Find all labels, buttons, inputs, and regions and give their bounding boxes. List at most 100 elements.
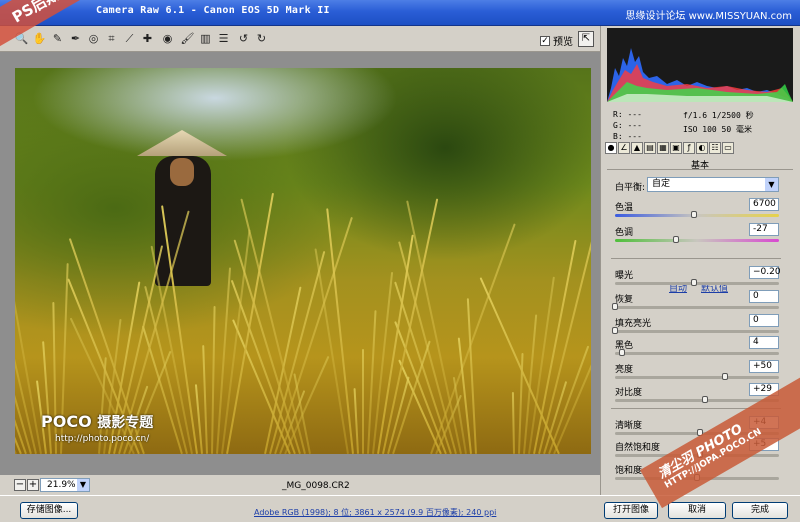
- toolbar: 🔍 ✋ ✎ ✒ ◎ ⌗ ⟋ ✚ ◉ 🖌 ▥ ☰ ↺ ↻ ✓ 预览 ⇱: [0, 26, 600, 52]
- poco-brand-sub: 摄影专题: [97, 415, 154, 431]
- control-label: 自然饱和度: [615, 443, 661, 453]
- readout-g: G: ---: [613, 121, 642, 130]
- hand-tool-icon[interactable]: ✋: [32, 31, 47, 46]
- color-sampler-tool-icon[interactable]: ✒: [68, 31, 83, 46]
- photo-figure-hat: [137, 130, 227, 156]
- image-canvas[interactable]: POCO 摄影专题 http://photo.poco.cn/: [0, 52, 600, 475]
- grass-blade: [511, 391, 515, 454]
- tab-snapshots-icon[interactable]: ▭: [722, 142, 734, 154]
- window-title: Camera Raw 6.1 - Canon EOS 5D Mark II: [96, 5, 330, 16]
- rotate-left-icon[interactable]: ↺: [236, 31, 251, 46]
- control-slider[interactable]: [615, 279, 779, 286]
- control-slider[interactable]: [615, 349, 779, 356]
- rotate-right-icon[interactable]: ↻: [254, 31, 269, 46]
- panel-tabs: ● ∠ ▲ ▤ ▦ ▣ ƒ ◐ ☷ ▭: [605, 142, 795, 156]
- control-label: 清晰度: [615, 421, 643, 431]
- grass-blade: [548, 345, 590, 454]
- control-slider[interactable]: [612, 327, 779, 334]
- open-image-button[interactable]: 打开图像: [604, 502, 658, 519]
- targeted-adjust-tool-icon[interactable]: ◎: [86, 31, 101, 46]
- control-slider[interactable]: [615, 396, 779, 403]
- histogram: [607, 28, 793, 102]
- save-image-button[interactable]: 存储图像...: [20, 502, 78, 519]
- tab-detail-icon[interactable]: ▲: [631, 142, 643, 154]
- control-label: 对比度: [615, 388, 643, 398]
- red-eye-tool-icon[interactable]: ◉: [160, 31, 175, 46]
- slider-thumb[interactable]: [618, 349, 625, 356]
- control-value-field[interactable]: 0: [749, 290, 779, 303]
- chevron-down-icon[interactable]: ▼: [765, 178, 778, 191]
- tab-tone-curve-icon[interactable]: ∠: [618, 142, 630, 154]
- chevron-down-icon[interactable]: ▼: [77, 479, 89, 491]
- tab-basic-icon[interactable]: ●: [605, 142, 617, 154]
- fullscreen-icon[interactable]: ⇱: [578, 31, 594, 47]
- grass-blade: [553, 311, 591, 454]
- spot-removal-tool-icon[interactable]: ✚: [140, 31, 155, 46]
- section-title-basic: 基本: [607, 158, 793, 171]
- control-value-field[interactable]: 0: [749, 314, 779, 327]
- poco-watermark: POCO 摄影专题: [41, 412, 153, 432]
- white-balance-value: 自定: [652, 179, 671, 189]
- poco-url: http://photo.poco.cn/: [55, 434, 150, 444]
- grass-blade: [211, 306, 216, 454]
- zoom-level-value: 21.9%: [47, 480, 76, 490]
- grass-blade: [232, 319, 291, 454]
- control-slider[interactable]: [615, 211, 779, 218]
- control-label: 曝光: [615, 271, 634, 281]
- tab-hsl-icon[interactable]: ▤: [644, 142, 656, 154]
- white-balance-label: 白平衡:: [615, 183, 646, 193]
- control-slider[interactable]: [612, 303, 779, 310]
- cancel-button[interactable]: 取消: [668, 502, 726, 519]
- grass-blade: [362, 349, 364, 454]
- preview-checkbox[interactable]: ✓ 预览: [540, 33, 573, 48]
- poco-brand: POCO: [41, 412, 92, 431]
- workflow-options-link[interactable]: Adobe RGB (1998); 8 位; 3861 x 2574 (9.9 …: [254, 507, 496, 518]
- exif-iso-focal: ISO 100 50 毫米: [683, 125, 752, 134]
- tab-camera-calibration-icon[interactable]: ◐: [696, 142, 708, 154]
- grass-blade: [326, 208, 354, 454]
- control-slider[interactable]: [615, 373, 779, 380]
- zoom-bar: − + 21.9% ▼ _MG_0098.CR2: [0, 475, 600, 495]
- preview-label: 预览: [553, 37, 573, 48]
- slider-thumb[interactable]: [690, 279, 697, 286]
- preferences-icon[interactable]: ☰: [216, 31, 231, 46]
- tab-split-toning-icon[interactable]: ▦: [657, 142, 669, 154]
- slider-thumb[interactable]: [702, 396, 709, 403]
- preview-checkbox-box[interactable]: ✓: [540, 35, 550, 46]
- slider-thumb[interactable]: [672, 236, 679, 243]
- white-balance-select[interactable]: 自定 ▼: [647, 177, 779, 192]
- done-button[interactable]: 完成: [732, 502, 788, 519]
- slider-thumb[interactable]: [690, 211, 697, 218]
- control-value-field[interactable]: 4: [749, 336, 779, 349]
- control-label: 色温: [615, 203, 634, 213]
- slider-thumb[interactable]: [721, 373, 728, 380]
- photo-figure-face: [170, 158, 194, 186]
- control-value-field[interactable]: -27: [749, 223, 779, 236]
- tab-lens-icon[interactable]: ▣: [670, 142, 682, 154]
- control-value-field[interactable]: −0.20: [749, 266, 781, 279]
- slider-thumb[interactable]: [612, 303, 618, 310]
- slider-thumb[interactable]: [612, 327, 618, 334]
- adjustment-brush-icon[interactable]: 🖌: [180, 31, 195, 46]
- tab-effects-icon[interactable]: ƒ: [683, 142, 695, 154]
- grass-blade: [406, 200, 462, 454]
- histogram-graph: [607, 48, 793, 102]
- readout-b: B: ---: [613, 132, 642, 141]
- control-value-field[interactable]: +50: [749, 360, 779, 373]
- graduated-filter-icon[interactable]: ▥: [198, 31, 213, 46]
- panel-divider: [611, 258, 781, 259]
- control-slider[interactable]: [615, 236, 779, 243]
- tab-presets-icon[interactable]: ☷: [709, 142, 721, 154]
- file-name: _MG_0098.CR2: [282, 481, 350, 491]
- site-watermark: 思缘设计论坛 www.MISSYUAN.com: [625, 11, 792, 22]
- zoom-in-button[interactable]: +: [27, 479, 39, 491]
- crop-tool-icon[interactable]: ⌗: [104, 31, 119, 46]
- white-balance-tool-icon[interactable]: ✎: [50, 31, 65, 46]
- straighten-tool-icon[interactable]: ⟋: [122, 31, 137, 46]
- zoom-out-button[interactable]: −: [14, 479, 26, 491]
- zoom-level-select[interactable]: 21.9% ▼: [40, 478, 90, 492]
- exif-aperture-shutter: f/1.6 1/2500 秒: [683, 111, 754, 120]
- control-value-field[interactable]: 6700: [749, 198, 779, 211]
- control-label: 亮度: [615, 365, 634, 375]
- control-label: 饱和度: [615, 466, 643, 476]
